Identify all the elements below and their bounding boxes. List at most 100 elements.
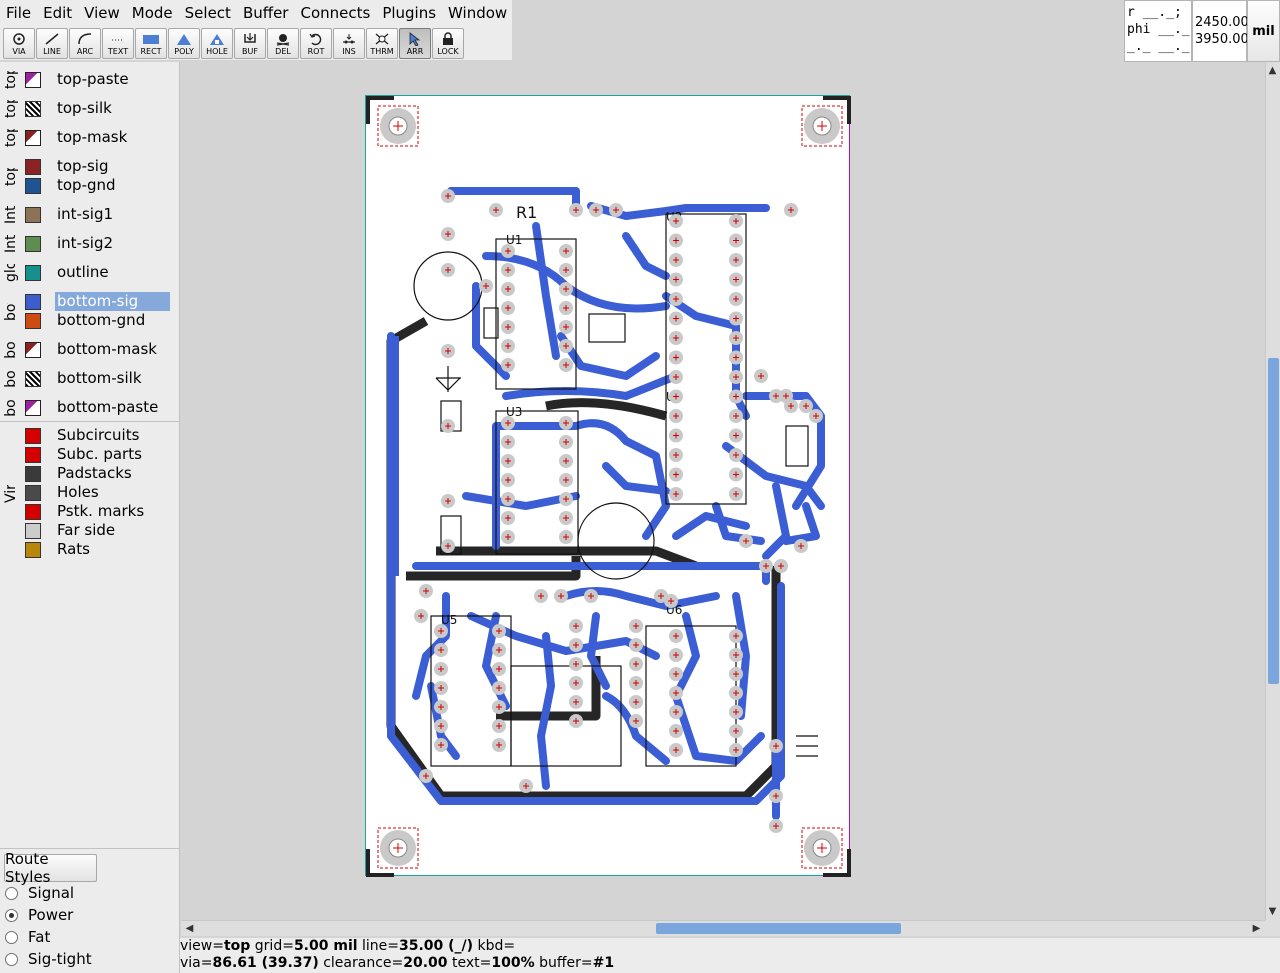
- route-styles-button[interactable]: Route Styles: [4, 850, 97, 886]
- layer-name[interactable]: top-gnd: [55, 176, 118, 195]
- layer-color-swatch[interactable]: [25, 522, 41, 539]
- thermal-tool-button[interactable]: THRM: [366, 27, 398, 59]
- layer-color-swatch[interactable]: [25, 129, 41, 146]
- layer-group-label[interactable]: Int: [2, 203, 20, 227]
- layer-int-sig1[interactable]: int-sig1: [25, 205, 170, 224]
- layer-name[interactable]: bottom-mask: [55, 340, 159, 359]
- layer-name[interactable]: outline: [55, 263, 111, 282]
- virtual-layer-padstacks[interactable]: Padstacks: [25, 464, 170, 483]
- route-style-fat[interactable]: Fat: [5, 927, 50, 947]
- layer-color-swatch[interactable]: [25, 312, 41, 329]
- vertical-scrollbar[interactable]: ▲ ▼: [1265, 62, 1280, 920]
- layer-name[interactable]: top-silk: [55, 99, 114, 118]
- delete-tool-button[interactable]: DEL: [267, 27, 299, 59]
- arc-tool-button[interactable]: ARC: [69, 27, 101, 59]
- layer-color-swatch[interactable]: [25, 100, 41, 117]
- radio-button[interactable]: [5, 908, 18, 922]
- layer-name[interactable]: Subcircuits: [55, 426, 141, 445]
- virtual-layer-subcircuits[interactable]: Subcircuits: [25, 426, 170, 445]
- drawing-canvas[interactable]: R1 U1 U2 U3 U4 U5 U6: [181, 62, 1265, 920]
- layer-bottom-silk[interactable]: bottom-silk: [25, 369, 170, 388]
- rect-tool-button[interactable]: RECT: [135, 27, 167, 59]
- virtual-layer-pstk-marks[interactable]: Pstk. marks: [25, 502, 170, 521]
- menu-select[interactable]: Select: [179, 0, 237, 26]
- layer-name[interactable]: Holes: [55, 483, 101, 502]
- layer-color-swatch[interactable]: [25, 446, 41, 463]
- layer-group-label[interactable]: top: [2, 126, 20, 150]
- layer-outline[interactable]: outline: [25, 263, 170, 282]
- route-style-power[interactable]: Power: [5, 905, 73, 925]
- scroll-down-icon[interactable]: ▼: [1266, 905, 1279, 918]
- layer-bottom-paste[interactable]: bottom-paste: [25, 398, 170, 417]
- layer-top-gnd[interactable]: top-gnd: [25, 176, 170, 195]
- menu-view[interactable]: View: [78, 0, 126, 26]
- layer-name[interactable]: Padstacks: [55, 464, 134, 483]
- layer-group-label[interactable]: bo: [2, 367, 20, 391]
- layer-name[interactable]: Rats: [55, 540, 92, 559]
- virtual-layer-far-side[interactable]: Far side: [25, 521, 170, 540]
- layer-top-sig[interactable]: top-sig: [25, 157, 170, 176]
- layer-name[interactable]: Far side: [55, 521, 117, 540]
- radio-button[interactable]: [5, 952, 18, 966]
- layer-name[interactable]: int-sig2: [55, 234, 115, 253]
- scroll-right-icon[interactable]: ▶: [1250, 922, 1263, 935]
- layer-name[interactable]: int-sig1: [55, 205, 115, 224]
- layer-color-swatch[interactable]: [25, 71, 41, 88]
- layer-color-swatch[interactable]: [25, 158, 41, 175]
- lock-tool-button[interactable]: LOCK: [432, 27, 464, 59]
- menu-connects[interactable]: Connects: [294, 0, 376, 26]
- layer-color-swatch[interactable]: [25, 503, 41, 520]
- radio-button[interactable]: [5, 886, 18, 900]
- virtual-layer-subc-parts[interactable]: Subc. parts: [25, 445, 170, 464]
- virtual-layer-rats[interactable]: Rats: [25, 540, 170, 559]
- layer-bottom-sig[interactable]: bottom-sig: [25, 292, 170, 311]
- layer-group-label[interactable]: top: [2, 97, 20, 121]
- layer-name[interactable]: Subc. parts: [55, 445, 144, 464]
- layer-group-label[interactable]: top: [2, 68, 20, 92]
- layer-top-paste[interactable]: top-paste: [25, 70, 170, 89]
- layer-group-label[interactable]: bo: [2, 396, 20, 420]
- layer-name[interactable]: bottom-sig: [55, 292, 170, 311]
- layer-color-swatch[interactable]: [25, 206, 41, 223]
- insert-tool-button[interactable]: INS: [333, 27, 365, 59]
- line-tool-button[interactable]: LINE: [36, 27, 68, 59]
- layer-color-swatch[interactable]: [25, 341, 41, 358]
- layer-group-label[interactable]: Int: [2, 232, 20, 256]
- layer-color-swatch[interactable]: [25, 541, 41, 558]
- menu-mode[interactable]: Mode: [126, 0, 179, 26]
- horizontal-scroll-thumb[interactable]: [656, 923, 901, 934]
- pcb-layout[interactable]: R1 U1 U2 U3 U4 U5 U6: [366, 96, 851, 877]
- layer-group-label[interactable]: botto: [2, 290, 20, 334]
- layer-color-swatch[interactable]: [25, 235, 41, 252]
- layer-color-swatch[interactable]: [25, 264, 41, 281]
- layer-top-silk[interactable]: top-silk: [25, 99, 170, 118]
- poly-tool-button[interactable]: POLY: [168, 27, 200, 59]
- hole-tool-button[interactable]: HOLE: [201, 27, 233, 59]
- route-style-sig-tight[interactable]: Sig-tight: [5, 949, 92, 969]
- pcb-board[interactable]: R1 U1 U2 U3 U4 U5 U6: [365, 95, 851, 877]
- layer-name[interactable]: Pstk. marks: [55, 502, 146, 521]
- layer-name[interactable]: top-paste: [55, 70, 131, 89]
- vertical-scroll-thumb[interactable]: [1268, 358, 1279, 684]
- layer-color-swatch[interactable]: [25, 370, 41, 387]
- layer-bottom-gnd[interactable]: bottom-gnd: [25, 311, 170, 330]
- layer-color-swatch[interactable]: [25, 484, 41, 501]
- layer-name[interactable]: bottom-paste: [55, 398, 160, 417]
- layer-name[interactable]: top-mask: [55, 128, 129, 147]
- menu-edit[interactable]: Edit: [37, 0, 78, 26]
- layer-color-swatch[interactable]: [25, 293, 41, 310]
- layer-color-swatch[interactable]: [25, 399, 41, 416]
- menu-buffer[interactable]: Buffer: [237, 0, 295, 26]
- layer-top-mask[interactable]: top-mask: [25, 128, 170, 147]
- layer-group-label[interactable]: glo: [2, 261, 20, 285]
- units-toggle-button[interactable]: mil: [1247, 0, 1280, 62]
- scroll-left-icon[interactable]: ◀: [183, 922, 196, 935]
- buffer-tool-button[interactable]: BUF: [234, 27, 266, 59]
- virtual-layer-holes[interactable]: Holes: [25, 483, 170, 502]
- via-tool-button[interactable]: VIA: [3, 27, 35, 59]
- menu-plugins[interactable]: Plugins: [376, 0, 442, 26]
- layer-color-swatch[interactable]: [25, 465, 41, 482]
- radio-button[interactable]: [5, 930, 18, 944]
- route-style-signal[interactable]: Signal: [5, 883, 74, 903]
- layer-name[interactable]: bottom-silk: [55, 369, 144, 388]
